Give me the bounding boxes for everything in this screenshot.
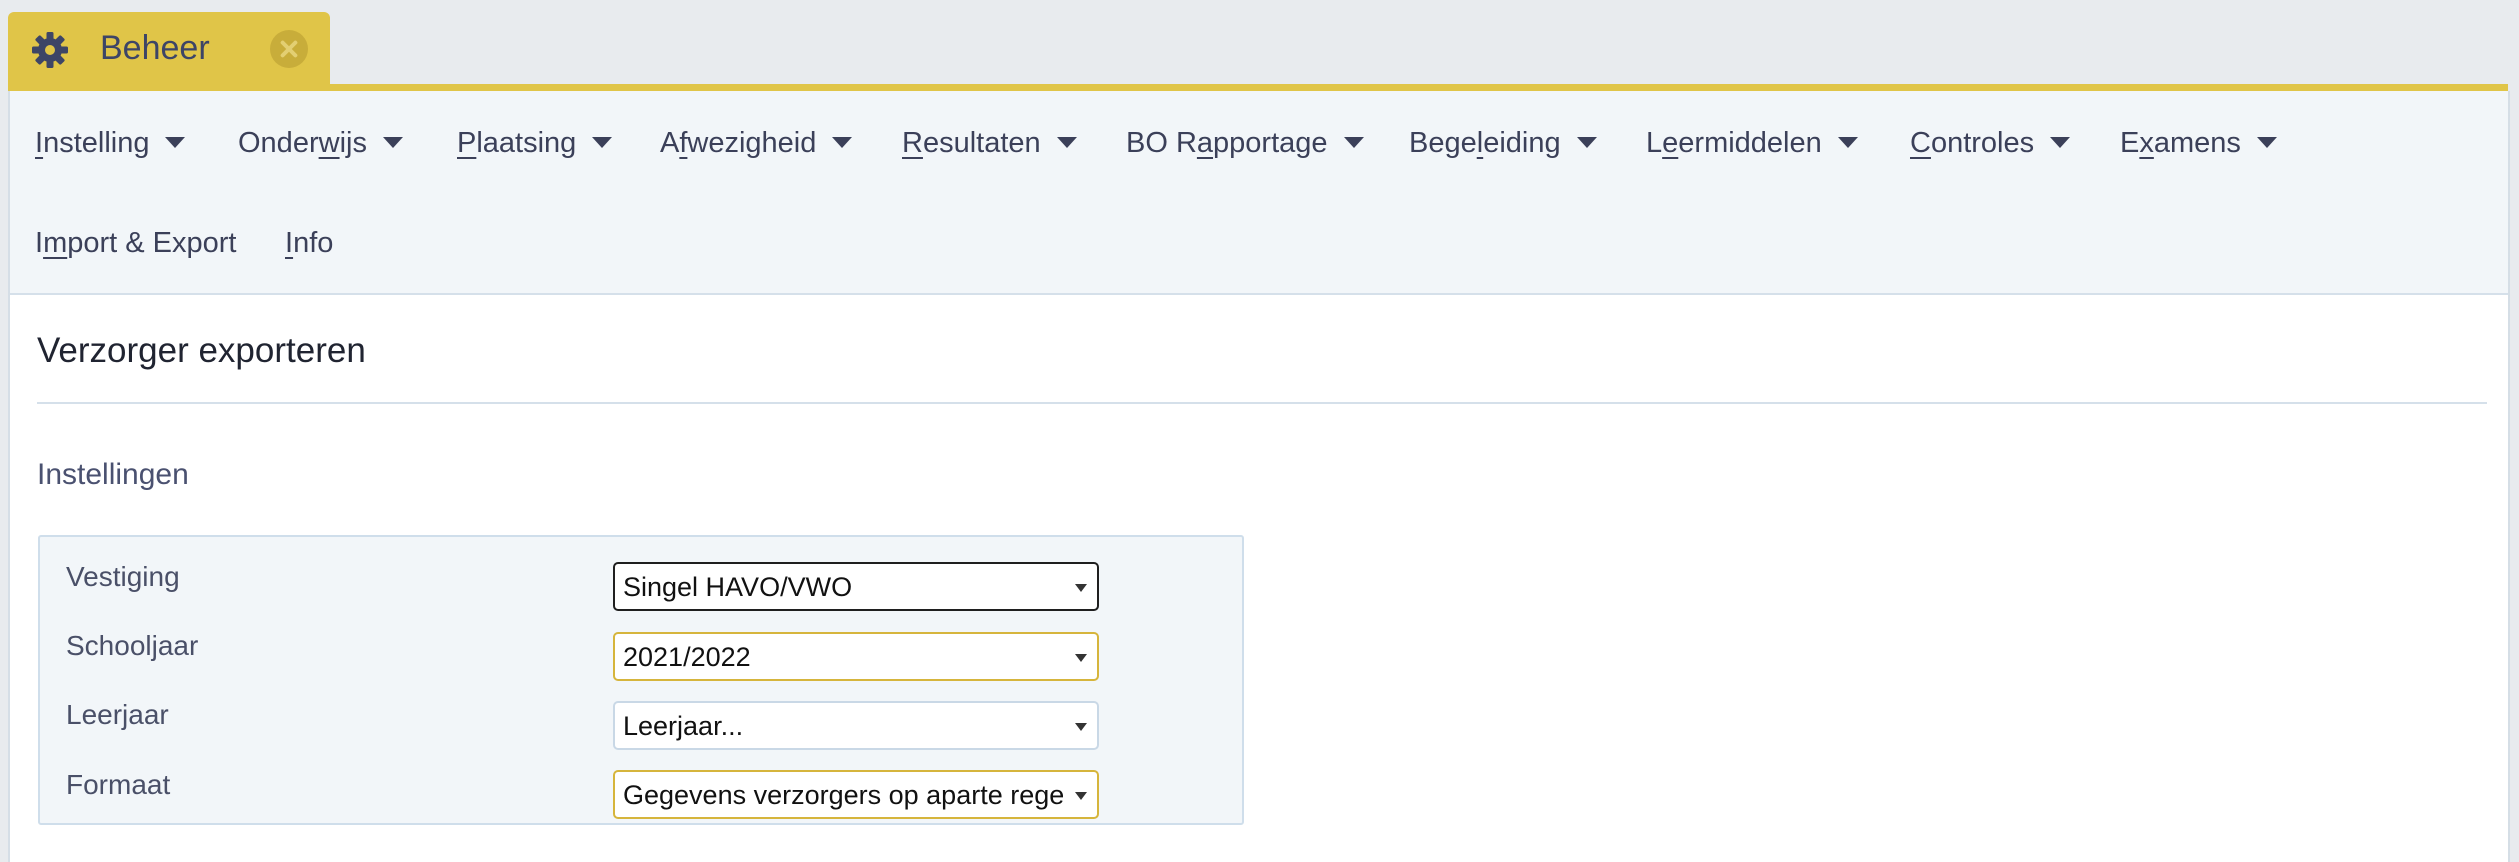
menu-item-plaatsing[interactable]: Plaatsing [457,125,613,161]
menu-item-bo-rapportage[interactable]: BO Rapportage [1126,125,1364,161]
formaat-label: Formaat [66,769,171,800]
dropdown-arrow-icon [1075,723,1087,731]
menu-item-begeleiding[interactable]: Begeleiding [1409,125,1597,161]
tab-underline [8,84,2508,91]
gear-icon [32,32,68,68]
caret-down-icon [1056,136,1077,148]
page-title: Verzorger exporteren [37,331,366,370]
menu-item-resultaten[interactable]: Resultaten [902,125,1077,161]
divider [37,402,2487,404]
formaat-select[interactable]: Gegevens verzorgers op aparte rege [613,770,1099,819]
menu-item-leermiddelen[interactable]: Leermiddelen [1646,125,1858,161]
caret-down-icon [1343,136,1364,148]
menu-item-info[interactable]: Info [285,225,333,261]
menu-item-onderwijs[interactable]: Onderwijs [238,125,403,161]
menu-item-import-export[interactable]: Import & Export [35,225,236,261]
menu-item-controles[interactable]: Controles [1910,125,2071,161]
close-icon[interactable] [270,30,308,68]
vestiging-select[interactable]: Singel HAVO/VWO [613,562,1099,611]
main-menu: Instelling Onderwijs Plaatsing Afwezighe… [10,91,2508,295]
caret-down-icon [165,136,186,148]
schooljaar-select[interactable]: 2021/2022 [613,632,1099,681]
section-title: Instellingen [37,458,189,491]
tab-bar: Beheer [0,0,2519,91]
tab-title: Beheer [100,29,210,67]
menu-item-instelling[interactable]: Instelling [35,125,186,161]
tab-beheer[interactable]: Beheer [8,12,330,86]
schooljaar-label: Schooljaar [66,630,199,661]
menu-item-afwezigheid[interactable]: Afwezigheid [660,125,853,161]
leerjaar-label: Leerjaar [66,699,169,730]
settings-form: Vestiging Singel HAVO/VWO Schooljaar 202… [38,535,1244,825]
caret-down-icon [592,136,613,148]
dropdown-arrow-icon [1075,584,1087,592]
caret-down-icon [832,136,853,148]
dropdown-arrow-icon [1075,654,1087,662]
caret-down-icon [2256,136,2277,148]
dropdown-arrow-icon [1075,792,1087,800]
menu-item-examens[interactable]: Examens [2120,125,2277,161]
vestiging-label: Vestiging [66,561,180,592]
caret-down-icon [2050,136,2071,148]
caret-down-icon [1837,136,1858,148]
caret-down-icon [1576,136,1597,148]
main-panel: Instelling Onderwijs Plaatsing Afwezighe… [8,91,2510,862]
leerjaar-select[interactable]: Leerjaar... [613,701,1099,750]
caret-down-icon [382,136,403,148]
